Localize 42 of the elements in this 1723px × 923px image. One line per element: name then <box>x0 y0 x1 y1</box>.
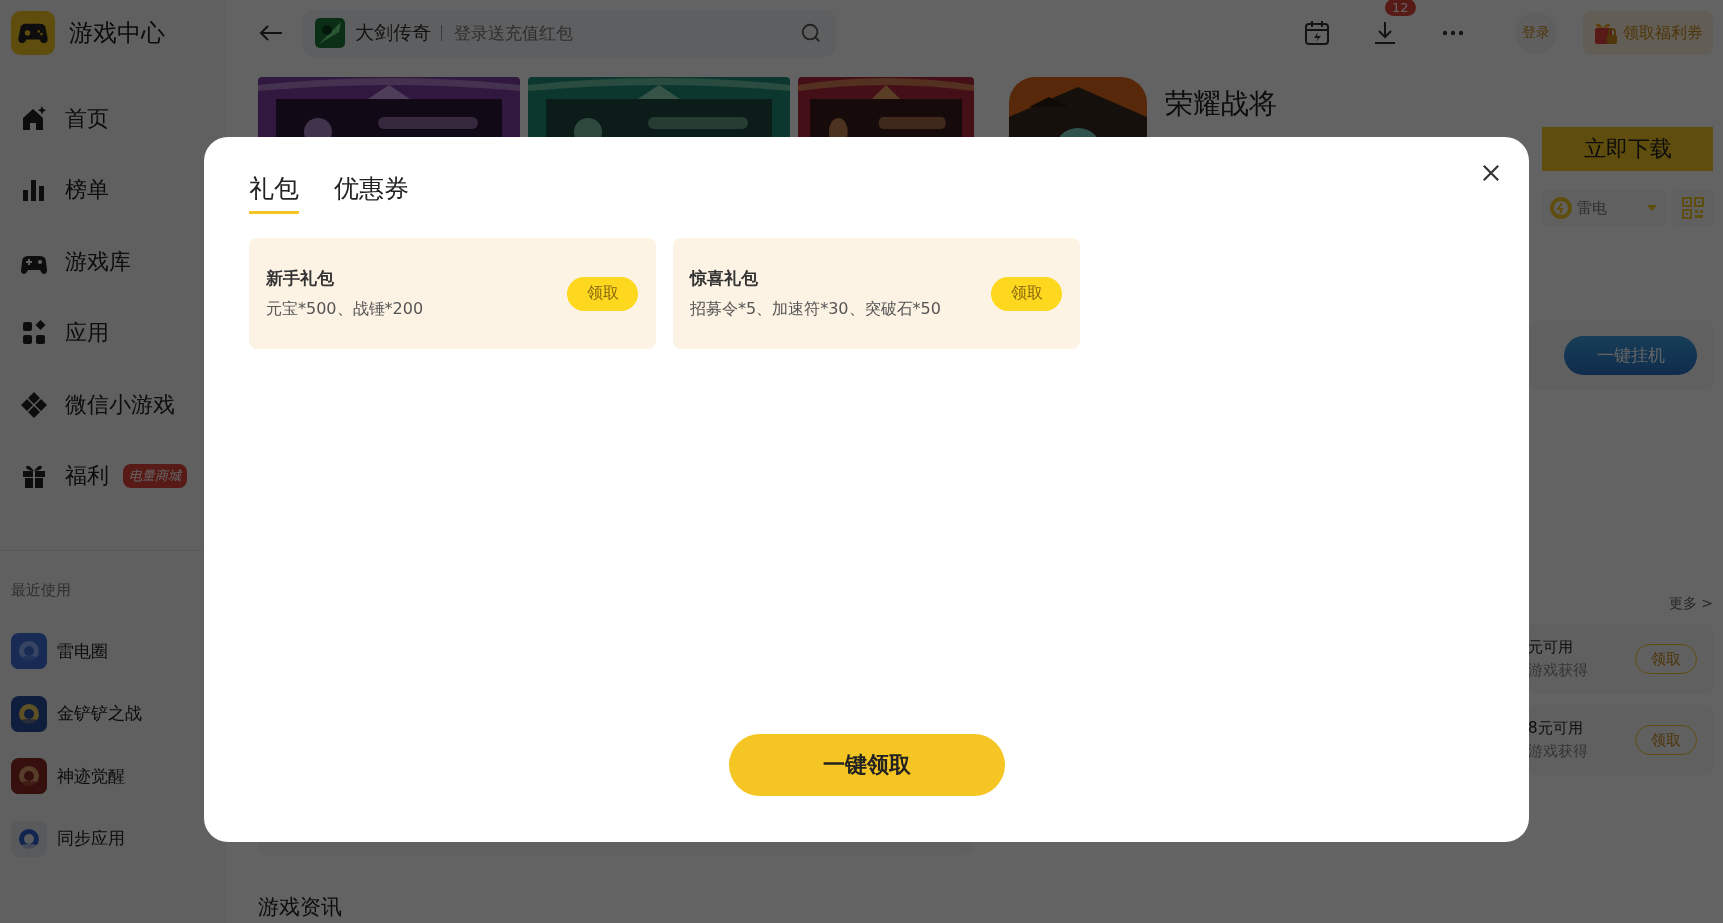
section-title: 游戏资讯 <box>258 894 343 921</box>
game-name: 大剑传奇 <box>355 20 431 45</box>
login-button[interactable]: 登录 <box>1515 12 1557 54</box>
back-arrow-icon[interactable] <box>258 23 284 43</box>
coupon-title: 8元可用 <box>1528 719 1584 738</box>
dialog-tab[interactable]: 优惠券 <box>334 172 409 214</box>
nav-item[interactable]: 福利 电量商城 <box>0 440 225 512</box>
gift-title: 惊喜礼包 <box>690 267 759 290</box>
count-badge: 12 <box>1385 0 1416 16</box>
coupon-button[interactable]: 领取福利券 <box>1583 11 1713 55</box>
claim-all-button[interactable]: 一键领取 <box>728 734 1005 796</box>
nav-item[interactable]: 榜单 <box>0 154 225 226</box>
download-button[interactable]: 立即下载 <box>1542 127 1713 171</box>
more-link[interactable]: 更多 > <box>1668 595 1713 613</box>
recent-app-item[interactable]: 雷电圈 <box>0 620 225 683</box>
nav-item[interactable]: 应用 <box>0 297 225 369</box>
gift-title: 新手礼包 <box>266 267 335 290</box>
close-icon[interactable] <box>1482 164 1500 182</box>
calendar-icon[interactable] <box>1303 19 1331 47</box>
claim-button[interactable]: 领取 <box>991 276 1062 311</box>
recent-app-item[interactable]: 神迹觉醒 <box>0 745 225 808</box>
diamond-icon <box>20 390 48 419</box>
nav-item[interactable]: 首页 <box>0 83 225 155</box>
gift-contents: 元宝*500、战锤*200 <box>266 299 424 320</box>
game-title: 荣耀战将 <box>1165 86 1277 122</box>
nav-item[interactable]: 游戏库 <box>0 226 225 298</box>
recent-app-item[interactable]: 同步应用 <box>0 807 225 870</box>
search-icon[interactable] <box>800 22 822 44</box>
coupon-title: 元可用 <box>1528 638 1574 657</box>
auto-play-button[interactable]: 一键挂机 <box>1564 335 1697 375</box>
claim-button[interactable]: 领取 <box>567 276 638 311</box>
gamepad-logo-icon <box>11 11 55 55</box>
caret-icon <box>1647 205 1657 211</box>
app-title: 游戏中心 <box>69 18 165 49</box>
qr-code-icon <box>1681 197 1704 219</box>
dialog-tab[interactable]: 礼包 <box>249 172 299 214</box>
home-icon <box>20 104 48 133</box>
mall-badge: 电量商城 <box>123 464 187 489</box>
recent-app-item[interactable]: 金铲铲之战 <box>0 682 225 745</box>
lightning-logo-icon <box>1550 197 1572 219</box>
nav-item[interactable]: 微信小游戏 <box>0 369 225 441</box>
gift-contents: 招募令*5、加速符*30、突破石*50 <box>690 299 941 320</box>
